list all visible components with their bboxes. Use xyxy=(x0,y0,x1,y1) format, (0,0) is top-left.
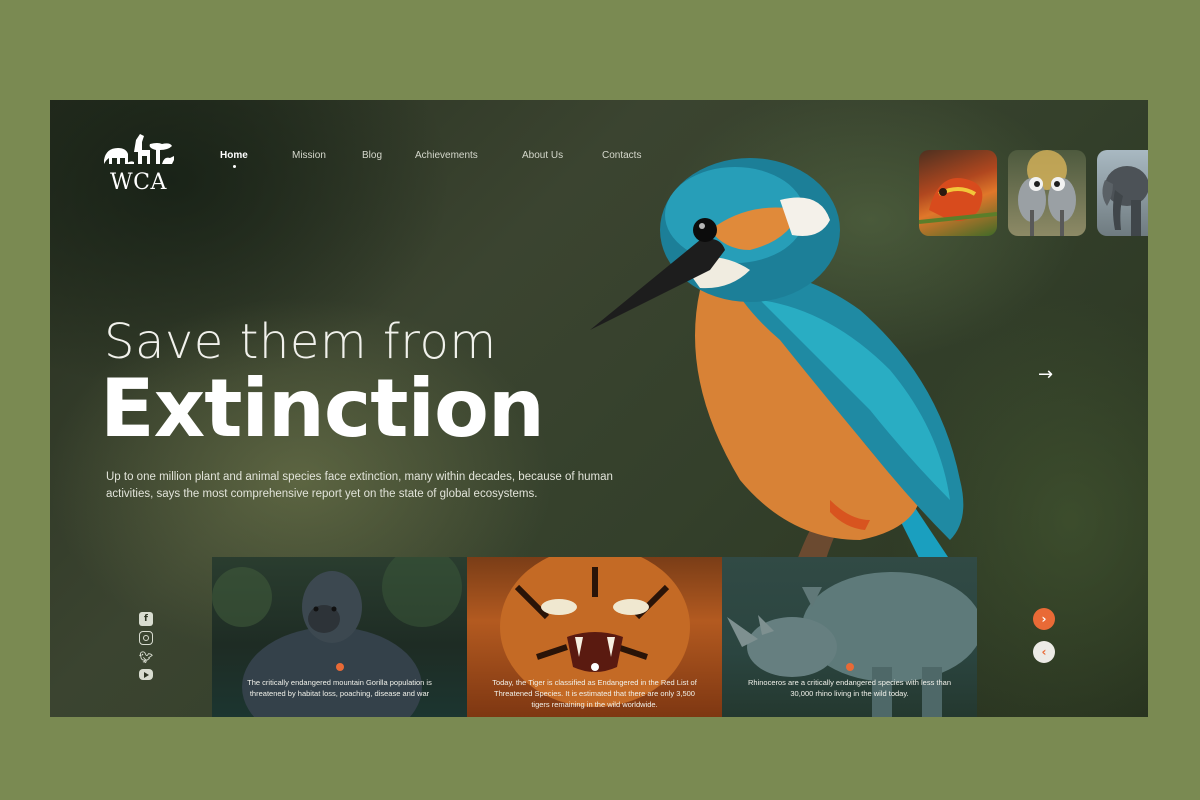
card-rhino[interactable]: Rhinoceros are a critically endangered s… xyxy=(722,557,977,717)
hero-title: Extinction xyxy=(100,362,545,455)
thumbnail-elephant[interactable] xyxy=(1097,150,1148,236)
card-gorilla[interactable]: The critically endangered mountain Goril… xyxy=(212,557,467,717)
thumbnail-cranes[interactable] xyxy=(1008,150,1086,236)
thumbnail-chameleon[interactable] xyxy=(919,150,997,236)
arrow-right-icon[interactable]: → xyxy=(1038,364,1060,385)
logo-text: WCA xyxy=(110,170,167,195)
nav-blog[interactable]: Blog xyxy=(362,150,382,161)
next-button[interactable]: › xyxy=(1033,608,1055,630)
card-description: Today, the Tiger is classified as Endang… xyxy=(492,678,697,709)
card-tiger[interactable]: Today, the Tiger is classified as Endang… xyxy=(467,557,722,717)
social-links: f 🐦︎ xyxy=(139,612,155,685)
twitter-icon[interactable]: 🐦︎ xyxy=(139,650,153,664)
nav-mission[interactable]: Mission xyxy=(292,150,326,161)
chameleon-image xyxy=(919,178,997,224)
species-cards: The critically endangered mountain Goril… xyxy=(212,557,978,717)
nav-active-indicator xyxy=(233,165,236,168)
card-indicator-dot xyxy=(336,663,344,671)
hero-description: Up to one million plant and animal speci… xyxy=(106,471,613,500)
facebook-icon[interactable]: f xyxy=(139,612,153,626)
card-indicator-dot xyxy=(846,663,854,671)
instagram-icon[interactable] xyxy=(139,631,153,645)
hero-section: WCA Home Mission Blog Achievements About… xyxy=(50,100,1148,717)
previous-button[interactable]: ‹ xyxy=(1033,641,1055,663)
elephant-image xyxy=(1102,166,1148,236)
crowned-cranes-image xyxy=(1018,150,1076,236)
card-description: Rhinoceros are a critically endangered s… xyxy=(747,678,952,698)
nav-home[interactable]: Home xyxy=(220,150,248,161)
nav-achievements[interactable]: Achievements xyxy=(415,150,478,161)
youtube-icon[interactable] xyxy=(139,669,153,680)
card-indicator-dot xyxy=(591,663,599,671)
animals-silhouette-icon xyxy=(104,134,174,164)
card-description: The critically endangered mountain Goril… xyxy=(247,678,432,698)
wca-logo[interactable]: WCA xyxy=(100,130,178,198)
